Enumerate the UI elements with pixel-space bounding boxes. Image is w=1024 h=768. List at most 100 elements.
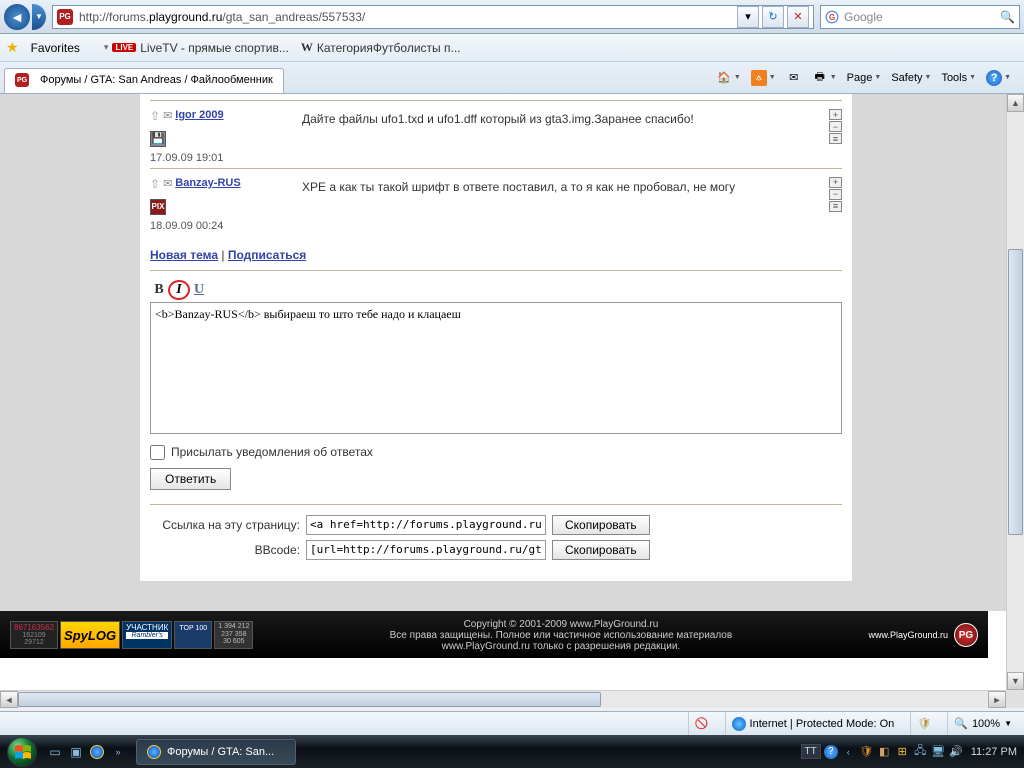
taskbar-app-button[interactable]: Форумы / GTA: San... [136,739,296,765]
tray-updates-icon[interactable]: ⊞ [895,744,910,759]
favorite-livetv[interactable]: ▾ LIVE LiveTV - прямые спортив... [104,41,289,55]
post-author-link[interactable]: Banzay-RUS [175,177,240,189]
post-author-link[interactable]: Igor 2009 [175,109,223,121]
notify-checkbox[interactable] [150,445,165,460]
arrow-up-icon[interactable]: ⇧ [150,177,160,191]
active-tab[interactable]: PG Форумы / GTA: San Andreas / Файлообме… [4,68,284,93]
scroll-left-icon[interactable]: ◄ [0,691,18,708]
ie-icon [90,745,104,759]
chevron-down-icon: ▾ [104,42,109,53]
quick-launch: ▭ ▣ » [45,741,128,763]
search-go-icon[interactable]: 🔍 [1000,10,1015,24]
tray-network2-icon[interactable]: 🖥 [931,744,946,759]
forum-post: + − ≡ ⇧ ✉ Banzay-RUS XPE а как ты такой … [150,168,842,236]
ie-quick-launch[interactable] [87,741,107,763]
rambler-badge[interactable]: УЧАСТНИК Rambler's [122,621,172,649]
protected-mode-icon[interactable]: 🛡 [910,712,937,735]
page-link-input[interactable] [306,515,546,535]
footer-counters: 867163562 162109 29712 SpyLOG УЧАСТНИК R… [10,621,253,649]
expand-icon[interactable]: + [829,177,842,188]
tray-shield-icon[interactable]: 🛡 [859,744,874,759]
safety-menu[interactable]: Safety▼ [888,70,934,86]
start-button[interactable] [3,735,41,768]
post-menu-icon[interactable]: ≡ [829,133,842,144]
show-desktop-icon[interactable]: ▭ [45,741,65,763]
scroll-right-icon[interactable]: ► [988,691,1006,708]
notify-label: Присылать уведомления об ответах [171,445,373,459]
rights-line2: www.PlayGround.ru только с разрешения ре… [253,641,868,652]
horizontal-scrollbar[interactable]: ◄ ► [0,690,1006,708]
scroll-down-icon[interactable]: ▼ [1007,672,1024,690]
collapse-icon[interactable]: − [829,121,842,132]
url-dropdown-icon[interactable]: ▾ [737,6,759,28]
tab-favicon: PG [15,73,29,87]
print-button[interactable]: 🖶▼ [809,68,840,88]
tab-title: Форумы / GTA: San Andreas / Файлообменни… [40,74,273,86]
metrika-badge[interactable]: 1 394 212 237 358 30 605 [214,621,253,649]
refresh-button[interactable]: ↻ [762,6,784,28]
post-menu-icon[interactable]: ≡ [829,201,842,212]
help-button[interactable]: ?▼ [983,68,1014,88]
nav-history-dropdown[interactable]: ▼ [32,4,46,30]
scroll-up-icon[interactable]: ▲ [1007,94,1024,112]
favorite-wiki[interactable]: W КатегорияФутболисты п... [301,40,461,55]
reply-submit-button[interactable]: Ответить [150,468,231,490]
page-menu[interactable]: Page▼ [844,70,885,86]
system-tray: TT ? ‹ 🛡 ◧ ⊞ 🖧 🖥 🔊 11:27 PM [801,744,1022,759]
expand-icon[interactable]: + [829,109,842,120]
envelope-icon[interactable]: ✉ [163,177,172,190]
clock[interactable]: 11:27 PM [971,746,1017,758]
tray-volume-icon[interactable]: 🔊 [949,744,964,759]
quick-launch-chevron[interactable]: » [108,741,128,763]
stop-button[interactable]: ✕ [787,6,809,28]
envelope-icon[interactable]: ✉ [163,109,172,122]
disk-icon: 💾 [150,131,166,147]
copy-link-button[interactable]: Скопировать [552,515,650,535]
read-mail-button[interactable]: ✉ [783,68,805,88]
subscribe-link[interactable]: Подписаться [228,248,306,262]
switch-windows-icon[interactable]: ▣ [66,741,86,763]
new-topic-link[interactable]: Новая тема [150,248,218,262]
scroll-thumb[interactable] [1008,249,1023,535]
vertical-scrollbar[interactable]: ▲ ▼ [1006,94,1024,690]
bold-button[interactable]: B [150,281,168,299]
tray-help-icon[interactable]: ? [824,745,838,759]
site-favicon: PG [57,9,73,25]
bbcode-input[interactable] [306,540,546,560]
svg-text:G: G [829,12,835,21]
tray-app-icon[interactable]: ◧ [877,744,892,759]
search-bar[interactable]: G Google 🔍 [820,5,1020,29]
counter-liveinternet[interactable]: 867163562 162109 29712 [10,621,58,649]
language-indicator[interactable]: TT [801,744,821,759]
brand-text: www.PlayGround.ru [868,630,948,640]
arrow-up-icon[interactable]: ⇧ [150,109,160,123]
spylog-badge[interactable]: SpyLOG [60,621,120,649]
security-zone[interactable]: Internet | Protected Mode: On [725,712,901,735]
popup-blocked-indicator[interactable]: 🚫 [688,712,715,735]
ie-icon [147,745,161,759]
rights-line: Все права защищены. Полное или частичное… [253,630,868,641]
copy-bbcode-button[interactable]: Скопировать [552,540,650,560]
favorites-label[interactable]: Favorites [31,41,80,55]
italic-button[interactable]: I [170,281,188,299]
top100-badge[interactable]: TOP 100 [174,621,212,649]
tray-network-icon[interactable]: 🖧 [913,744,928,759]
scroll-thumb[interactable] [18,692,601,707]
address-bar[interactable]: PG http://forums.playground.ru/gta_san_a… [52,5,814,29]
live-badge-icon: LIVE [112,43,136,52]
url-text: http://forums.playground.ru/gta_san_andr… [79,10,734,24]
playground-logo-icon: PG [954,623,978,647]
tray-chevron-icon[interactable]: ‹ [841,744,856,759]
browser-nav-bar: ◄ ▼ PG http://forums.playground.ru/gta_s… [0,0,1024,34]
collapse-icon[interactable]: − [829,189,842,200]
home-button[interactable]: 🏠▼ [713,68,744,88]
favorites-star-icon[interactable]: ★ [6,39,19,56]
share-section: Ссылка на эту страницу: Скопировать BBco… [150,504,842,560]
zoom-control[interactable]: 🔍 100% ▼ [947,712,1018,735]
reply-textarea[interactable] [150,302,842,434]
tools-menu[interactable]: Tools▼ [938,70,979,86]
feeds-button[interactable]: ⟑▼ [748,68,779,88]
back-button[interactable]: ◄ [4,4,30,30]
windows-taskbar: ▭ ▣ » Форумы / GTA: San... TT ? ‹ 🛡 ◧ ⊞ … [0,735,1024,768]
underline-button[interactable]: U [190,281,208,299]
